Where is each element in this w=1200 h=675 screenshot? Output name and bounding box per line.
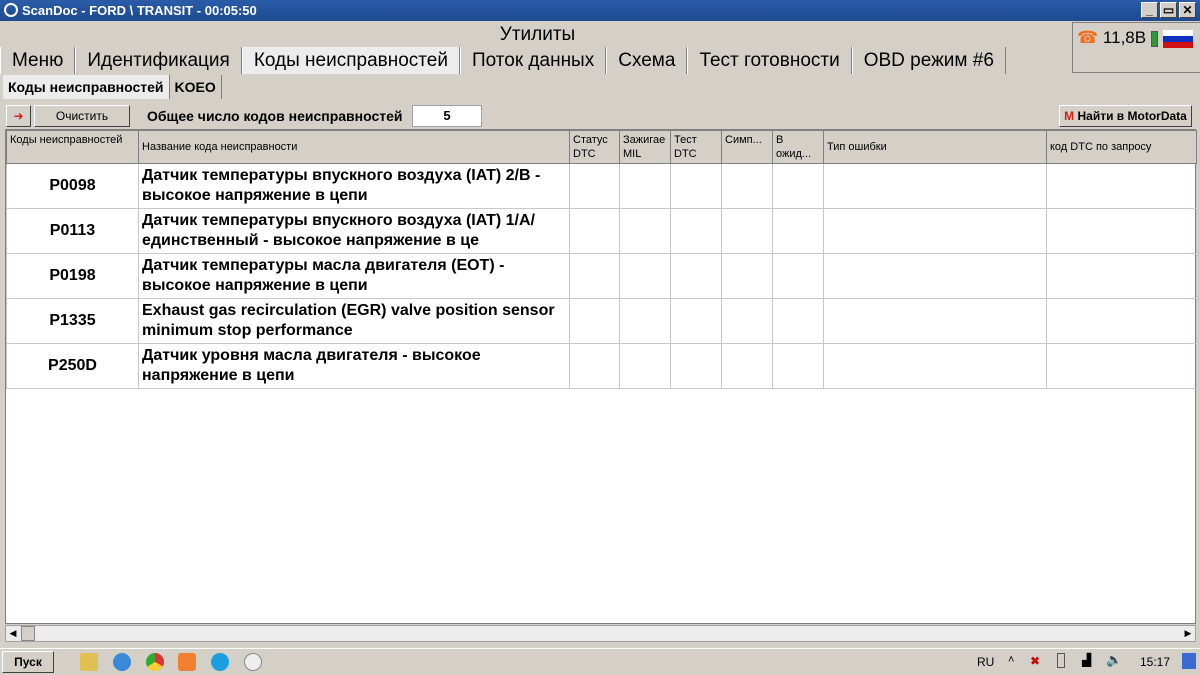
dtc-name: Датчик температуры впускного воздуха (IA…: [138, 163, 570, 209]
tab-trouble-codes[interactable]: Коды неисправностей: [241, 47, 460, 74]
sub-tabs: Коды неисправностей KOEO: [3, 75, 222, 99]
tab-identification[interactable]: Идентификация: [75, 47, 242, 74]
scroll-left-icon[interactable]: ◀: [6, 626, 20, 641]
section-title: Утилиты: [499, 24, 576, 45]
skype-icon[interactable]: [211, 653, 229, 671]
arrow-right-icon: ➜: [13, 109, 24, 123]
tab-readiness-test[interactable]: Тест готовности: [687, 47, 852, 74]
media-player-icon[interactable]: [178, 653, 196, 671]
language-indicator[interactable]: RU: [977, 655, 994, 669]
dtc-table: Коды неисправностей Название кода неиспр…: [5, 129, 1197, 624]
dtc-name: Датчик температуры масла двигателя (EOT)…: [138, 253, 570, 299]
title-bar: ScanDoc - FORD \ TRANSIT - 00:05:50 _ ▭ …: [0, 0, 1200, 21]
dtc-name: Exhaust gas recirculation (EGR) valve po…: [138, 298, 570, 344]
horizontal-scrollbar[interactable]: ◀ ▶: [5, 625, 1196, 642]
volume-icon[interactable]: 🔈: [1106, 652, 1122, 668]
main-tabs: Меню Идентификация Коды неисправностей П…: [0, 47, 1006, 74]
col-header-pending[interactable]: В ожид...: [772, 130, 824, 164]
app-logo-icon: [4, 3, 18, 17]
phone-icon: ☎: [1077, 28, 1099, 47]
tab-menu[interactable]: Меню: [0, 47, 76, 74]
motordata-icon: M: [1064, 109, 1075, 123]
col-header-code[interactable]: Коды неисправностей: [6, 130, 139, 164]
code-count-field: 5: [412, 105, 482, 127]
tab-data-stream[interactable]: Поток данных: [459, 47, 607, 74]
find-in-motordata-button[interactable]: M Найти в MotorData: [1059, 105, 1192, 127]
col-header-symptom[interactable]: Симп...: [721, 130, 773, 164]
col-header-requested-dtc[interactable]: код DTC по запросу: [1046, 130, 1197, 164]
dtc-code: P250D: [6, 343, 139, 389]
scroll-right-icon[interactable]: ▶: [1181, 626, 1195, 641]
col-header-status[interactable]: Статус DTC: [569, 130, 620, 164]
dtc-code: P0113: [6, 208, 139, 254]
dtc-code: P1335: [6, 298, 139, 344]
close-button[interactable]: ✕: [1179, 2, 1196, 18]
start-button[interactable]: Пуск: [2, 651, 54, 673]
chrome-icon[interactable]: [146, 653, 164, 671]
scandoc-task-icon[interactable]: [244, 653, 262, 671]
subtab-trouble-codes[interactable]: Коды неисправностей: [3, 75, 170, 99]
tab-obd-mode6[interactable]: OBD режим #6: [851, 47, 1006, 74]
clear-button[interactable]: Очистить: [34, 105, 130, 127]
subtab-koeo[interactable]: KOEO: [170, 75, 222, 99]
col-header-error-type[interactable]: Тип ошибки: [823, 130, 1047, 164]
scroll-thumb[interactable]: [21, 626, 35, 641]
restore-button[interactable]: ▭: [1160, 2, 1177, 18]
minimize-button[interactable]: _: [1141, 2, 1158, 18]
window-title: ScanDoc - FORD \ TRANSIT - 00:05:50: [22, 3, 257, 18]
export-arrow-button[interactable]: ➜: [6, 105, 31, 127]
voltage-readout: 11,8В: [1102, 28, 1147, 47]
tab-scheme[interactable]: Схема: [606, 47, 688, 74]
show-desktop-button[interactable]: [1182, 653, 1196, 669]
table-row[interactable]: P250D Датчик уровня масла двигателя - выс…: [6, 343, 1197, 389]
code-count-label: Общее число кодов неисправностей: [147, 108, 403, 124]
col-header-test[interactable]: Тест DTC: [670, 130, 722, 164]
col-header-mil[interactable]: Зажигае MIL: [619, 130, 671, 164]
motordata-label: Найти в MotorData: [1077, 109, 1187, 123]
table-row[interactable]: P0198 Датчик температуры масла двигателя …: [6, 253, 1197, 299]
dtc-code: P0098: [6, 163, 139, 209]
table-row[interactable]: P0098 Датчик температуры впускного воздух…: [6, 163, 1197, 209]
table-row[interactable]: P1335 Exhaust gas recirculation (EGR) val…: [6, 298, 1197, 344]
taskbar: Пуск RU ˄ ✖ ▟ 🔈 15:17: [0, 648, 1200, 675]
dtc-name: Датчик уровня масла двигателя - высокое …: [138, 343, 570, 389]
network-error-icon[interactable]: ✖: [1030, 654, 1040, 668]
dtc-name: Датчик температуры впускного воздуха (IA…: [138, 208, 570, 254]
status-panel: ☎ 11,8В: [1072, 22, 1200, 73]
table-row[interactable]: P0113 Датчик температуры впускного воздух…: [6, 208, 1197, 254]
show-hidden-icons[interactable]: ˄: [1008, 654, 1014, 666]
table-header: Коды неисправностей Название кода неиспр…: [6, 130, 1197, 164]
start-label: Пуск: [14, 655, 42, 669]
internet-explorer-icon[interactable]: [113, 653, 131, 671]
col-header-name[interactable]: Название кода неисправности: [138, 130, 570, 164]
battery-tray-icon[interactable]: [1057, 653, 1065, 668]
explorer-icon[interactable]: [80, 653, 98, 671]
battery-icon: [1150, 30, 1158, 47]
dtc-code: P0198: [6, 253, 139, 299]
russian-flag-icon: [1162, 29, 1193, 48]
clock[interactable]: 15:17: [1140, 655, 1170, 669]
signal-icon[interactable]: ▟: [1082, 653, 1091, 667]
